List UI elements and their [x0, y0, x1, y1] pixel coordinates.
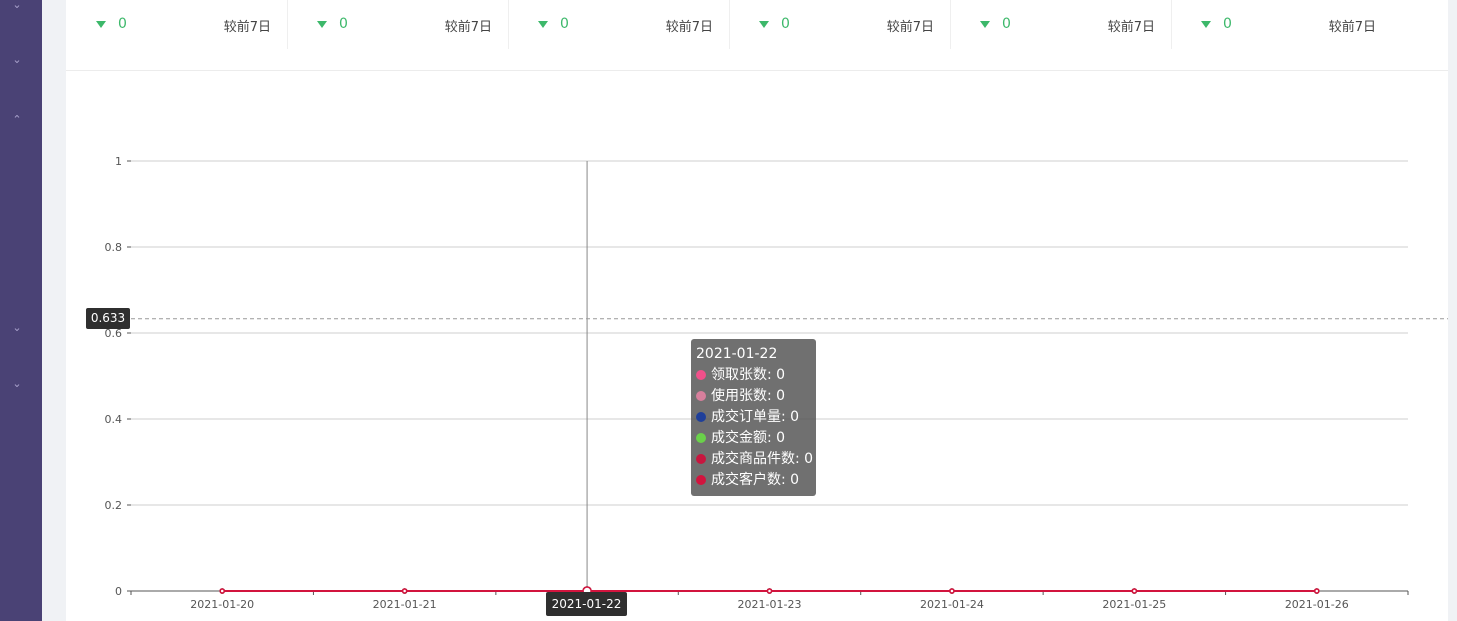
tooltip-row: 领取张数: 0	[696, 365, 811, 386]
tooltip-date: 2021-01-22	[696, 346, 778, 362]
tooltip-row: 成交金额: 0	[696, 428, 811, 449]
tooltip-row-label: 成交订单量: 0	[711, 409, 800, 425]
series-dot-icon	[696, 391, 706, 401]
tooltip-row-label: 成交客户数: 0	[711, 472, 800, 488]
y-tick-label: 0.4	[105, 413, 123, 426]
series-dot-icon	[696, 475, 706, 485]
series-dot-icon	[696, 412, 706, 422]
data-point	[1131, 588, 1138, 594]
tooltip-row-label: 成交金额: 0	[711, 430, 786, 446]
tooltip-row: 使用张数: 0	[696, 386, 811, 407]
chart-tooltip: 2021-01-22 领取张数: 0 使用张数: 0 成交订单量: 0 成交金额: 0…	[691, 339, 816, 496]
x-tick-label: 2021-01-20	[190, 598, 254, 611]
x-tick-label: 2021-01-21	[373, 598, 437, 611]
tooltip-row: 成交订单量: 0	[696, 407, 811, 428]
tooltip-row-label: 成交商品件数: 0	[711, 451, 814, 467]
series-dot-icon	[696, 454, 706, 464]
x-tick-label: 2021-01-23	[738, 598, 802, 611]
tooltip-row-label: 使用张数: 0	[711, 388, 786, 404]
data-point	[1314, 588, 1320, 594]
x-tick-label: 2021-01-25	[1102, 598, 1166, 611]
x-tick-label: 2021-01-26	[1285, 598, 1349, 611]
y-tick-label: 1	[115, 155, 122, 168]
x-tick-label: 2021-01-24	[920, 598, 984, 611]
tooltip-row: 成交客户数: 0	[696, 470, 811, 491]
line-chart[interactable]: 00.20.40.60.812021-01-20 2021-01-21 2021-0…	[0, 0, 1457, 621]
y-tick-label: 0.8	[105, 241, 123, 254]
crosshair-x-label: 2021-01-22	[546, 592, 627, 616]
y-tick-label: 0.2	[105, 499, 123, 512]
data-point	[219, 588, 225, 594]
tooltip-row: 成交商品件数: 0	[696, 449, 814, 470]
data-point	[766, 588, 773, 594]
y-tick-label: 0	[115, 585, 122, 598]
tooltip-row-label: 领取张数: 0	[711, 367, 786, 383]
series-dot-icon	[696, 433, 706, 443]
crosshair-y-label: 0.633	[86, 308, 130, 329]
data-point	[401, 588, 408, 594]
data-point	[949, 588, 955, 594]
series-dot-icon	[696, 370, 706, 380]
